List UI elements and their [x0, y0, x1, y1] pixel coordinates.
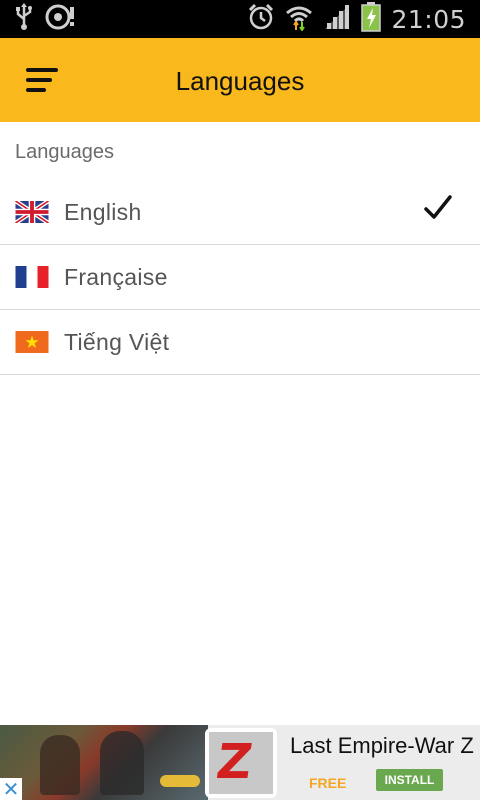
status-left: [14, 2, 76, 36]
usb-icon: [14, 2, 34, 36]
disc-icon: [44, 4, 76, 35]
uk-flag-icon: [14, 199, 50, 225]
status-time: 21:05: [391, 4, 466, 34]
ad-app-icon: Z: [205, 728, 277, 798]
ad-banner[interactable]: ✕ Z Last Empire-War Z FREE INSTALL: [0, 725, 480, 800]
ad-close-icon[interactable]: ✕: [0, 778, 22, 800]
language-item-english[interactable]: English: [0, 180, 480, 245]
ad-install-button[interactable]: INSTALL: [376, 769, 443, 791]
language-list: English Française Tiếng Việt: [0, 180, 480, 375]
ad-price: FREE: [309, 775, 347, 791]
language-label: Tiếng Việt: [64, 328, 170, 355]
language-label: Française: [64, 263, 168, 290]
signal-icon: [323, 3, 351, 36]
france-flag-icon: [15, 266, 49, 288]
wifi-icon: [285, 3, 313, 36]
app-bar: Languages: [0, 38, 480, 122]
status-bar: 21:05: [0, 0, 480, 38]
section-header: Languages: [15, 141, 114, 163]
status-right: 21:05: [247, 1, 466, 37]
ad-title: Last Empire-War Z: [290, 733, 474, 758]
language-label: English: [64, 198, 142, 225]
language-item-vietnamese[interactable]: Tiếng Việt: [0, 310, 480, 375]
alarm-icon: [247, 3, 275, 36]
language-item-french[interactable]: Française: [0, 245, 480, 310]
battery-charging-icon: [361, 1, 382, 37]
page-title: Languages: [175, 66, 305, 96]
ad-artwork: [0, 725, 208, 800]
check-icon: [424, 194, 452, 227]
vietnam-flag-icon: [15, 331, 49, 353]
